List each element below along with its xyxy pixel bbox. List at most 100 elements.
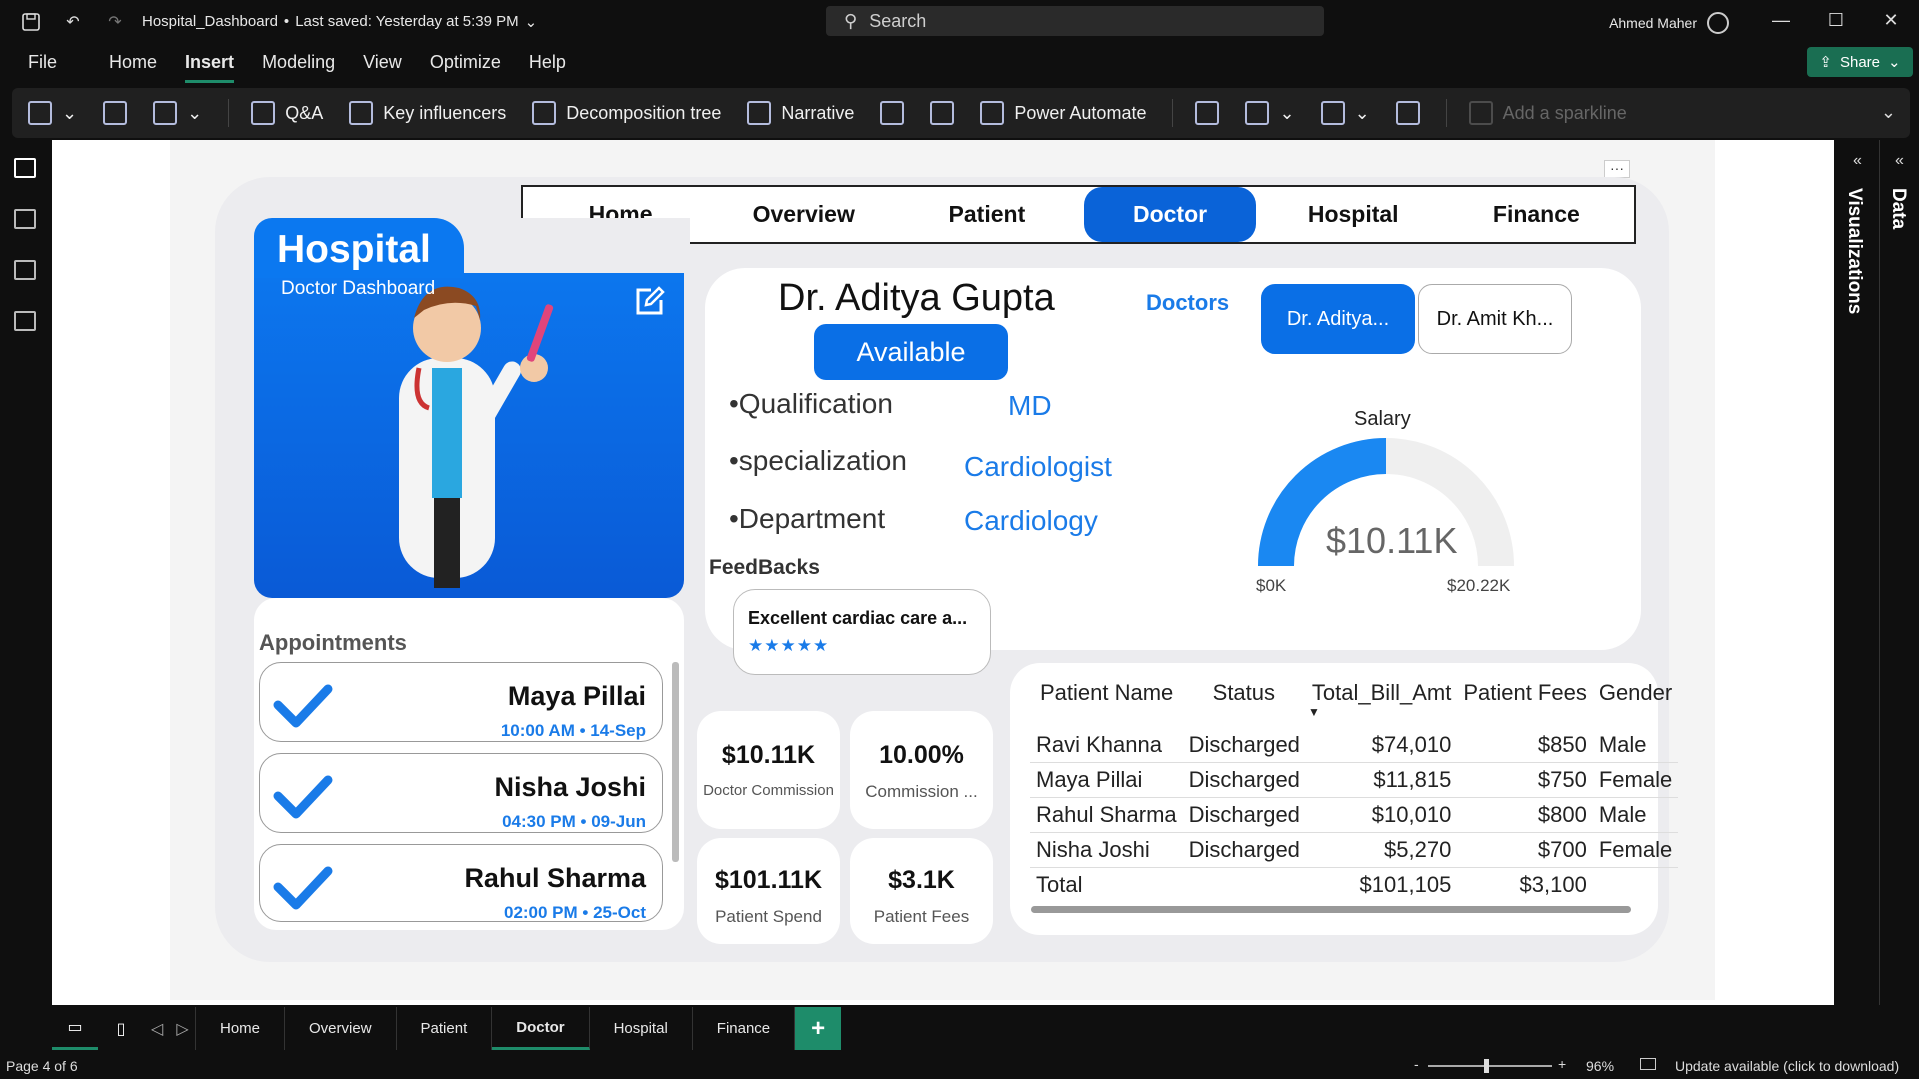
nav-hospital[interactable]: Hospital (1267, 187, 1440, 242)
button-icon (1245, 101, 1270, 125)
appointments-scrollbar[interactable] (672, 662, 679, 862)
power-apps-button[interactable] (930, 101, 955, 125)
page-tab-overview[interactable]: Overview (285, 1007, 397, 1050)
shapes-button[interactable]: ⌄ (1320, 101, 1370, 125)
maximize-icon[interactable]: ☐ (1821, 10, 1851, 31)
data-pane-label[interactable]: Data (1887, 188, 1909, 229)
page-tab-patient[interactable]: Patient (397, 1007, 493, 1050)
column-header[interactable]: Patient Fees (1457, 680, 1593, 728)
salary-value: $10.11K (1326, 520, 1458, 561)
collapse-visualizations-icon[interactable]: « (1853, 152, 1862, 170)
paginated-report-icon (880, 101, 905, 125)
kpi-label: Commission ... (865, 782, 978, 801)
redo-icon[interactable]: ↷ (104, 11, 126, 33)
qa-button[interactable]: Q&A (251, 101, 323, 125)
page-tab-finance[interactable]: Finance (693, 1007, 796, 1050)
update-notice[interactable]: Update available (click to download) (1675, 1058, 1899, 1074)
appointment-item[interactable]: Maya Pillai 10:00 AM • 14-Sep (259, 662, 663, 742)
desktop-layout-icon[interactable]: ▭ (52, 1007, 98, 1050)
next-page-icon[interactable]: ▷ (170, 1007, 196, 1050)
feedback-text: Excellent cardiac care a... (748, 608, 968, 628)
image-button[interactable] (1395, 101, 1420, 125)
edit-visual-button[interactable]: ⌄ (153, 101, 202, 125)
more-options-icon[interactable]: ··· (1604, 160, 1630, 178)
decomposition-tree-button[interactable]: Decomposition tree (532, 101, 721, 125)
menu-optimize[interactable]: Optimize (430, 52, 501, 77)
zoom-out-icon[interactable]: - (1414, 1056, 1419, 1072)
column-header[interactable]: Total_Bill_Amt (1306, 680, 1457, 728)
menu-file[interactable]: File (28, 52, 57, 77)
visualizations-pane-label[interactable]: Visualizations (1843, 188, 1865, 314)
check-icon (273, 866, 333, 910)
nav-patient[interactable]: Patient (900, 187, 1073, 242)
power-automate-button[interactable]: Power Automate (980, 101, 1146, 125)
buttons-button[interactable]: ⌄ (1245, 101, 1295, 125)
document-title[interactable]: Hospital_Dashboard • Last saved: Yesterd… (142, 13, 537, 31)
text-box-button[interactable] (1195, 101, 1220, 125)
add-chart-button[interactable] (103, 101, 128, 125)
page-tab-hospital[interactable]: Hospital (590, 1007, 693, 1050)
file-name: Hospital_Dashboard (142, 13, 278, 30)
save-icon[interactable] (20, 11, 42, 33)
model-view-icon[interactable] (14, 260, 36, 280)
add-page-button[interactable]: + (795, 1007, 842, 1050)
add-sparkline-button[interactable]: Add a sparkline (1468, 101, 1627, 125)
collapse-data-icon[interactable]: « (1895, 152, 1904, 170)
dax-query-icon[interactable] (14, 311, 36, 331)
ribbon-expand-icon[interactable]: ⌄ (1881, 102, 1896, 123)
chevron-down-icon: ⌄ (1888, 54, 1901, 71)
doctor-chip-aditya[interactable]: Dr. Aditya... (1261, 284, 1415, 354)
table-row[interactable]: Maya Pillai Discharged $11,815 $750 Fema… (1030, 762, 1679, 798)
page-tab-home[interactable]: Home (196, 1007, 286, 1050)
minimize-icon[interactable]: — (1766, 10, 1796, 31)
table-horizontal-scrollbar[interactable] (1031, 906, 1631, 913)
key-influencers-button[interactable]: Key influencers (349, 101, 506, 125)
doctor-chip-amit[interactable]: Dr. Amit Kh... (1418, 284, 1572, 354)
search-box[interactable]: ⚲ Search (826, 6, 1324, 36)
table-row[interactable]: Nisha Joshi Discharged $5,270 $700 Femal… (1030, 832, 1679, 868)
edit-icon[interactable] (633, 286, 665, 318)
report-view-icon[interactable] (14, 158, 36, 178)
menu-insert[interactable]: Insert (185, 52, 235, 83)
appointment-name: Nisha Joshi (494, 772, 646, 802)
fit-page-icon[interactable] (1640, 1058, 1656, 1070)
undo-icon[interactable]: ↶ (62, 11, 84, 33)
nav-finance[interactable]: Finance (1450, 187, 1623, 242)
zoom-in-icon[interactable]: + (1558, 1056, 1566, 1072)
kpi-patient-spend: $101.11K Patient Spend (697, 838, 840, 944)
appointment-item[interactable]: Nisha Joshi 04:30 PM • 09-Jun (259, 753, 663, 833)
zoom-slider-thumb[interactable] (1484, 1059, 1489, 1073)
share-button[interactable]: ⇪ Share ⌄ (1807, 47, 1913, 77)
menu-view[interactable]: View (363, 52, 402, 77)
patient-table: Patient Name Status Total_Bill_Amt Patie… (1030, 680, 1679, 902)
appointment-name: Maya Pillai (507, 681, 646, 711)
mobile-layout-icon[interactable]: ▯ (98, 1019, 144, 1039)
page-tab-doctor[interactable]: Doctor (492, 1007, 590, 1050)
column-header[interactable]: Status (1183, 680, 1306, 728)
qualification-value: MD (1008, 390, 1052, 421)
table-row[interactable]: Rahul Sharma Discharged $10,010 $800 Mal… (1030, 797, 1679, 833)
new-visual-button[interactable]: ⌄ (28, 101, 77, 125)
column-header[interactable]: Gender (1593, 680, 1678, 728)
narrative-button[interactable]: Narrative (747, 101, 854, 125)
page-indicator: Page 4 of 6 (6, 1058, 78, 1074)
user-account[interactable]: Ahmed Maher (1609, 12, 1729, 34)
appointment-item[interactable]: Rahul Sharma 02:00 PM • 25-Oct (259, 844, 663, 922)
zoom-level[interactable]: 96% (1586, 1058, 1614, 1074)
menu-help[interactable]: Help (529, 52, 566, 77)
close-icon[interactable]: ✕ (1876, 10, 1906, 31)
column-header[interactable]: Patient Name (1030, 680, 1183, 728)
kpi-value: 10.00% (879, 741, 964, 769)
table-row[interactable]: Ravi Khanna Discharged $74,010 $850 Male (1030, 728, 1679, 763)
paginated-report-button[interactable] (880, 101, 905, 125)
nav-doctor[interactable]: Doctor (1084, 187, 1257, 242)
zoom-slider[interactable] (1428, 1065, 1552, 1067)
table-view-icon[interactable] (14, 209, 36, 229)
prev-page-icon[interactable]: ◁ (144, 1019, 170, 1039)
nav-overview[interactable]: Overview (717, 187, 890, 242)
feedbacks-title: FeedBacks (709, 556, 820, 579)
menu-home[interactable]: Home (109, 52, 157, 77)
check-icon (273, 775, 333, 819)
ribbon-toolbar: ⌄ ⌄ Q&A Key influencers Decomposition tr… (12, 88, 1910, 138)
menu-modeling[interactable]: Modeling (262, 52, 335, 77)
